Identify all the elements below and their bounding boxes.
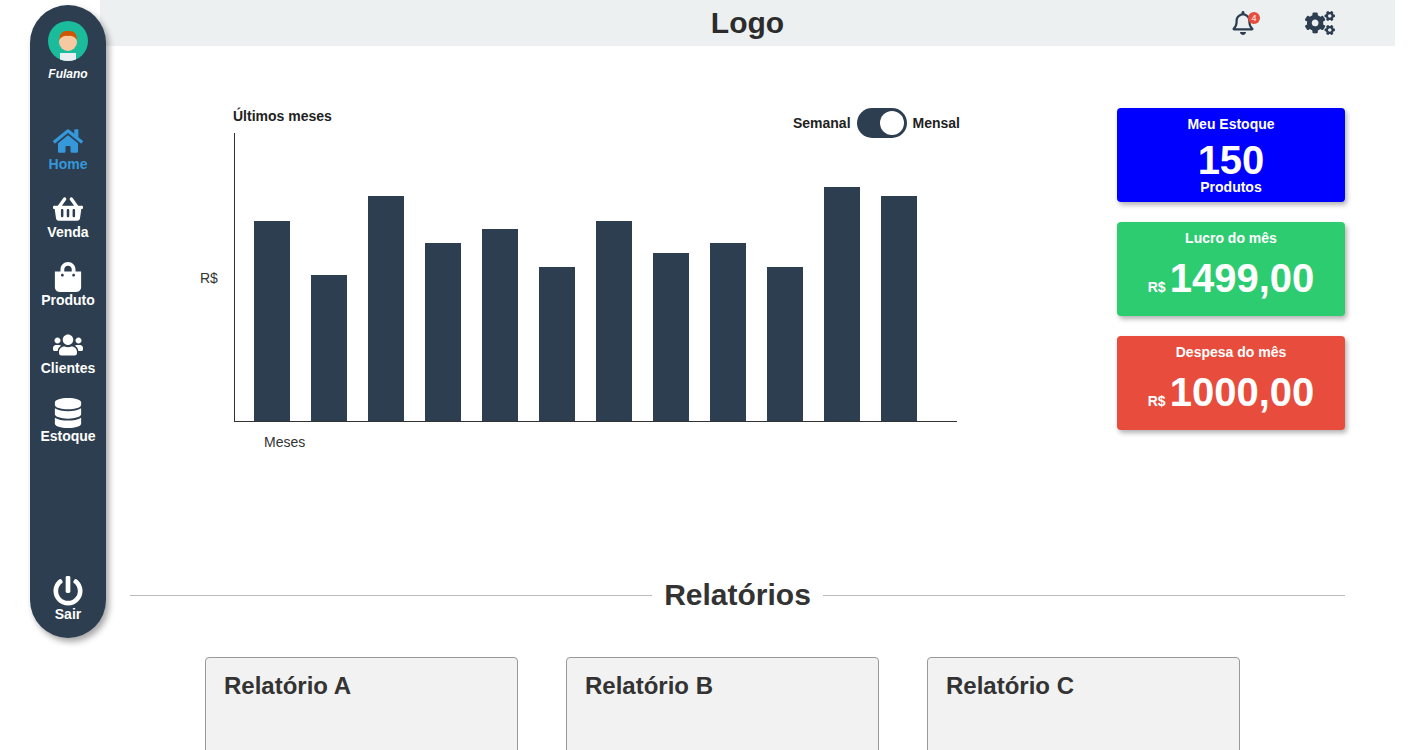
- gears-icon: [1305, 8, 1335, 38]
- toggle-switch[interactable]: [857, 108, 907, 138]
- x-axis-label: Meses: [200, 434, 960, 450]
- top-bar: Logo4: [100, 0, 1395, 46]
- chart-title: Últimos meses: [233, 108, 332, 124]
- nav-icon: [53, 126, 83, 156]
- divider: [130, 595, 652, 596]
- main: Logo4Últimos mesesSemanalMensalR$MesesMe…: [0, 0, 1413, 750]
- nav-icon: [53, 330, 83, 360]
- stat-card[interactable]: Lucro do mêsR$1499,00: [1117, 222, 1345, 316]
- report-list: Relatório A Relatório B Relatório C: [100, 657, 1345, 750]
- sidebar-item[interactable]: Clientes: [41, 330, 95, 380]
- dashboard: Últimos mesesSemanalMensalR$MesesMeu Est…: [130, 46, 1345, 450]
- sidebar: Fulano Home Venda Produto Clientes Estoque Sai…: [30, 5, 106, 638]
- reports-section: Relatórios Relatório A Relatório B Relatóri…: [130, 578, 1345, 750]
- sidebar-item[interactable]: Estoque: [40, 398, 95, 448]
- chart-bar[interactable]: [824, 187, 860, 421]
- stat-card[interactable]: Despesa do mêsR$1000,00: [1117, 336, 1345, 430]
- dashboard-page: Fulano Home Venda Produto Clientes Estoque Sai…: [0, 0, 1413, 750]
- notifications-button[interactable]: 4: [1231, 11, 1255, 35]
- y-axis-label: R$: [200, 270, 234, 286]
- chart-bar[interactable]: [767, 267, 803, 421]
- user-name: Fulano: [48, 67, 87, 81]
- sidebar-item[interactable]: Venda: [47, 194, 88, 244]
- plot-area: [234, 133, 957, 422]
- chart-bar[interactable]: [311, 275, 347, 421]
- divider: [823, 595, 1345, 596]
- notification-badge: 4: [1248, 12, 1260, 24]
- logo: Logo: [100, 6, 1395, 40]
- chart-bar[interactable]: [482, 229, 518, 421]
- power-icon: [53, 576, 83, 606]
- stat-cards: Meu Estoque150Produtos Lucro do mêsR$1499…: [1117, 108, 1345, 450]
- chart-bar[interactable]: [881, 196, 917, 421]
- sidebar-menu: Home Venda Produto Clientes Estoque: [40, 126, 95, 448]
- toggle-knob: [880, 111, 904, 135]
- chart-bar[interactable]: [254, 221, 290, 421]
- sidebar-item[interactable]: Produto: [41, 262, 95, 312]
- chart-bar[interactable]: [368, 196, 404, 421]
- settings-button[interactable]: [1305, 8, 1335, 38]
- period-toggle: SemanalMensal: [793, 108, 960, 138]
- stat-card[interactable]: Meu Estoque150Produtos: [1117, 108, 1345, 202]
- plot-row: R$: [200, 133, 960, 422]
- chart-bar[interactable]: [710, 243, 746, 421]
- sidebar-item[interactable]: Home: [49, 126, 88, 176]
- nav-icon: [53, 194, 83, 224]
- report-card[interactable]: Relatório B: [566, 657, 879, 750]
- chart-bar[interactable]: [425, 243, 461, 421]
- reports-heading: Relatórios: [130, 578, 1345, 612]
- avatar-icon: [51, 25, 85, 61]
- chart-bar[interactable]: [539, 267, 575, 421]
- user-avatar[interactable]: [48, 21, 88, 61]
- chart-bar[interactable]: [596, 221, 632, 421]
- chart-header: Últimos mesesSemanalMensal: [200, 108, 960, 133]
- report-card[interactable]: Relatório A: [205, 657, 518, 750]
- chart: Últimos mesesSemanalMensalR$Meses: [200, 108, 960, 450]
- logout-button[interactable]: Sair: [53, 576, 83, 626]
- chart-bar[interactable]: [653, 253, 689, 421]
- content: Últimos mesesSemanalMensalR$MesesMeu Est…: [100, 46, 1395, 750]
- report-card[interactable]: Relatório C: [927, 657, 1240, 750]
- nav-icon: [53, 262, 83, 292]
- nav-icon: [53, 398, 83, 428]
